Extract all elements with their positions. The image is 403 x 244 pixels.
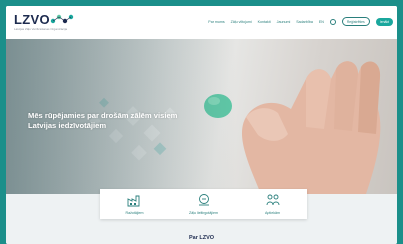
nav-item-language[interactable]: EN <box>319 20 324 24</box>
card-manufacturers[interactable]: Ražotājiem <box>100 189 169 219</box>
login-button[interactable]: Ienākt <box>375 17 393 26</box>
truck-icon <box>198 194 209 206</box>
hero-title: Mēs rūpējamies par drošām zālēm visiem L… <box>28 111 178 130</box>
logo-text: LZVO <box>14 12 50 27</box>
audience-cards: Ražotājiem Zāļu lieltirgotājiem Aptiekām <box>100 189 307 219</box>
nav-item-sadarbiba[interactable]: Sadarbība <box>296 20 313 24</box>
nav-item-jaunumi[interactable]: Jaunumi <box>277 20 291 24</box>
nav-item-par-mums[interactable]: Par mums <box>208 20 224 24</box>
card-wholesalers[interactable]: Zāļu lieltirgotājiem <box>169 189 238 219</box>
hero-banner: Mēs rūpējamies par drošām zālēm visiem L… <box>6 39 397 194</box>
nav-item-kontakti[interactable]: Kontakti <box>258 20 271 24</box>
logo[interactable]: LZVO Latvijas Zāļu Verificēšanas Organiz… <box>14 12 76 32</box>
factory-icon <box>127 195 139 207</box>
card-label: Ražotājiem <box>125 211 144 215</box>
card-pharmacies[interactable]: Aptiekām <box>238 189 307 219</box>
card-label: Zāļu lieltirgotājiem <box>189 211 218 215</box>
site-header: LZVO Latvijas Zāļu Verificēšanas Organiz… <box>6 6 397 39</box>
logo-tagline: Latvijas Zāļu Verificēšanas Organizācija <box>14 27 68 31</box>
register-button[interactable]: Reģistrēties <box>341 17 370 26</box>
card-label: Aptiekām <box>265 211 280 215</box>
section-title: Par LZVO <box>188 235 215 241</box>
logo-molecule-icon <box>50 14 74 24</box>
page: LZVO Latvijas Zāļu Verificēšanas Organiz… <box>6 6 397 244</box>
people-icon <box>266 194 279 206</box>
nav-item-zalu-viltojumi[interactable]: Zāļu viltojumi <box>231 20 252 24</box>
main-nav: Par mums Zāļu viltojumi Kontakti Jaunumi… <box>208 17 393 26</box>
search-icon[interactable] <box>329 18 336 25</box>
